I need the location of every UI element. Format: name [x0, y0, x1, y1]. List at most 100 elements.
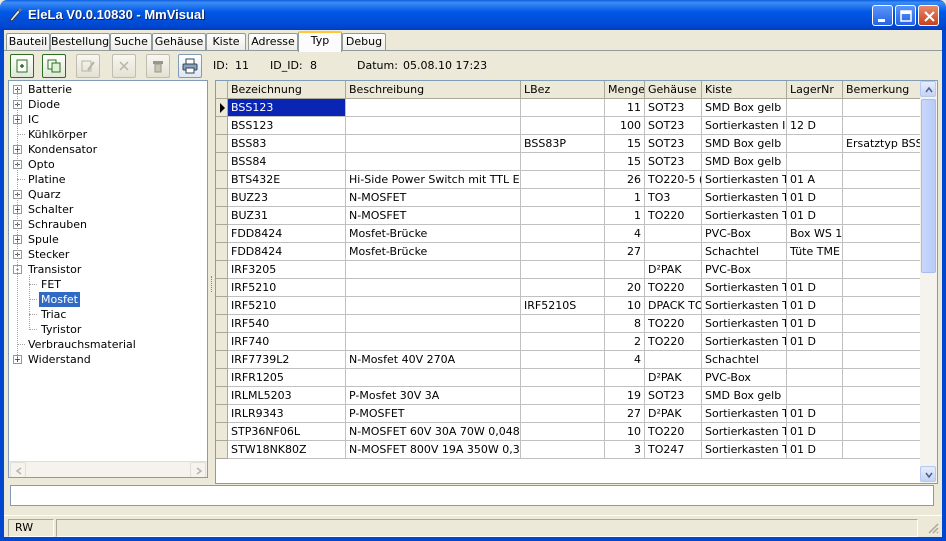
- scroll-down-button[interactable]: [920, 466, 936, 482]
- row-indicator[interactable]: [216, 153, 228, 171]
- cell-menge[interactable]: 27: [605, 243, 645, 261]
- tab-bauteil[interactable]: Bauteil: [6, 33, 50, 51]
- cell-gehaeuse[interactable]: DPACK TO: [645, 297, 702, 315]
- maximize-button[interactable]: [895, 5, 916, 26]
- cell-beschreibung[interactable]: N-Mosfet 40V 270A: [346, 351, 521, 369]
- tree-item-widerstand[interactable]: + Widerstand: [9, 352, 205, 367]
- tab-suche[interactable]: Suche: [110, 33, 152, 51]
- cell-menge[interactable]: [605, 369, 645, 387]
- cell-bezeichnung[interactable]: IRF3205: [228, 261, 346, 279]
- row-indicator[interactable]: [216, 225, 228, 243]
- delete-button[interactable]: [112, 54, 136, 78]
- cell-lbez[interactable]: [521, 351, 605, 369]
- cell-lagernr[interactable]: 01 D: [787, 441, 843, 459]
- cell-lagernr[interactable]: Box WS 1: [787, 225, 843, 243]
- cell-kiste[interactable]: Sortierkasten T: [702, 171, 787, 189]
- cell-kiste[interactable]: Sortierkasten T: [702, 441, 787, 459]
- memo-field[interactable]: [10, 485, 934, 506]
- cell-bezeichnung[interactable]: IRLR9343: [228, 405, 346, 423]
- cell-lbez[interactable]: IRF5210S: [521, 297, 605, 315]
- cell-kiste[interactable]: Schachtel: [702, 243, 787, 261]
- cell-gehaeuse[interactable]: TO220: [645, 315, 702, 333]
- row-indicator[interactable]: [216, 261, 228, 279]
- tree-item-triac[interactable]: Triac: [9, 307, 205, 322]
- column-header-bezeichnung[interactable]: Bezeichnung: [228, 81, 346, 99]
- cell-bezeichnung[interactable]: IRFR1205: [228, 369, 346, 387]
- row-indicator[interactable]: [216, 423, 228, 441]
- cell-lbez[interactable]: BSS83P: [521, 135, 605, 153]
- cell-lagernr[interactable]: 12 D: [787, 117, 843, 135]
- cell-menge[interactable]: 26: [605, 171, 645, 189]
- tab-debug[interactable]: Debug: [342, 33, 386, 51]
- row-indicator[interactable]: [216, 189, 228, 207]
- scroll-up-button[interactable]: [920, 81, 936, 97]
- cell-gehaeuse[interactable]: SOT23: [645, 135, 702, 153]
- tree-item-quarz[interactable]: + Quarz: [9, 187, 205, 202]
- tree-item-kondensator[interactable]: + Kondensator: [9, 142, 205, 157]
- tree-item-spule[interactable]: + Spule: [9, 232, 205, 247]
- current-row-indicator[interactable]: [216, 99, 228, 117]
- scroll-thumb[interactable]: [921, 99, 936, 273]
- row-indicator[interactable]: [216, 171, 228, 189]
- column-header-gehaeuse[interactable]: Gehäuse: [645, 81, 702, 99]
- column-header-lagernr[interactable]: LagerNr: [787, 81, 843, 99]
- cell-gehaeuse[interactable]: SOT23: [645, 99, 702, 117]
- row-indicator[interactable]: [216, 243, 228, 261]
- cell-beschreibung[interactable]: N-MOSFET: [346, 189, 521, 207]
- row-indicator[interactable]: [216, 351, 228, 369]
- cell-lagernr[interactable]: 01 D: [787, 207, 843, 225]
- cell-lagernr[interactable]: Tüte TME: [787, 243, 843, 261]
- cell-lagernr[interactable]: [787, 99, 843, 117]
- cell-gehaeuse[interactable]: D²PAK: [645, 369, 702, 387]
- tree-item-platine[interactable]: Platine: [9, 172, 205, 187]
- cell-bezeichnung[interactable]: STP36NF06L: [228, 423, 346, 441]
- tree-item-tyristor[interactable]: Tyristor: [9, 322, 205, 337]
- cell-beschreibung[interactable]: N-MOSFET: [346, 207, 521, 225]
- row-indicator[interactable]: [216, 369, 228, 387]
- cell-gehaeuse[interactable]: TO220: [645, 207, 702, 225]
- cell-beschreibung[interactable]: [346, 297, 521, 315]
- row-indicator[interactable]: [216, 207, 228, 225]
- cell-lbez[interactable]: [521, 243, 605, 261]
- minimize-button[interactable]: [872, 5, 893, 26]
- scroll-left-button[interactable]: [10, 462, 26, 477]
- tree-item-batterie[interactable]: + Batterie: [9, 82, 205, 97]
- cell-gehaeuse[interactable]: D²PAK: [645, 405, 702, 423]
- cell-lagernr[interactable]: 01 D: [787, 333, 843, 351]
- cell-bezeichnung[interactable]: IRLML5203: [228, 387, 346, 405]
- cell-beschreibung[interactable]: [346, 153, 521, 171]
- cell-lagernr[interactable]: 01 D: [787, 405, 843, 423]
- row-indicator[interactable]: [216, 333, 228, 351]
- tree-horizontal-scrollbar[interactable]: [9, 461, 207, 477]
- cell-lbez[interactable]: [521, 315, 605, 333]
- cell-bezeichnung[interactable]: FDD8424: [228, 225, 346, 243]
- cell-menge[interactable]: 2: [605, 333, 645, 351]
- cell-bezeichnung[interactable]: IRF7739L2: [228, 351, 346, 369]
- cell-kiste[interactable]: PVC-Box: [702, 369, 787, 387]
- tab-adresse[interactable]: Adresse: [248, 33, 298, 51]
- cell-kiste[interactable]: Sortierkasten T: [702, 207, 787, 225]
- cell-beschreibung[interactable]: [346, 135, 521, 153]
- row-indicator[interactable]: [216, 405, 228, 423]
- cell-kiste[interactable]: Sortierkasten T: [702, 423, 787, 441]
- cell-bezeichnung[interactable]: BSS83: [228, 135, 346, 153]
- row-indicator[interactable]: [216, 315, 228, 333]
- tree-item-verbrauchsmaterial[interactable]: Verbrauchsmaterial: [9, 337, 205, 352]
- cell-bezeichnung[interactable]: BUZ23: [228, 189, 346, 207]
- cell-gehaeuse[interactable]: TO3: [645, 189, 702, 207]
- cell-lbez[interactable]: [521, 423, 605, 441]
- cell-gehaeuse[interactable]: TO220: [645, 423, 702, 441]
- cell-lbez[interactable]: [521, 117, 605, 135]
- cell-menge[interactable]: 4: [605, 351, 645, 369]
- cell-beschreibung[interactable]: [346, 99, 521, 117]
- cell-menge[interactable]: 4: [605, 225, 645, 243]
- cell-lagernr[interactable]: 01 D: [787, 189, 843, 207]
- clear-button[interactable]: [146, 54, 170, 78]
- column-header-lbez[interactable]: LBez: [521, 81, 605, 99]
- tree-item-transistor[interactable]: - Transistor: [9, 262, 205, 277]
- cell-bezeichnung[interactable]: BUZ31: [228, 207, 346, 225]
- print-button[interactable]: [178, 54, 202, 78]
- cell-lagernr[interactable]: [787, 153, 843, 171]
- cell-beschreibung[interactable]: [346, 261, 521, 279]
- cell-beschreibung[interactable]: P-MOSFET: [346, 405, 521, 423]
